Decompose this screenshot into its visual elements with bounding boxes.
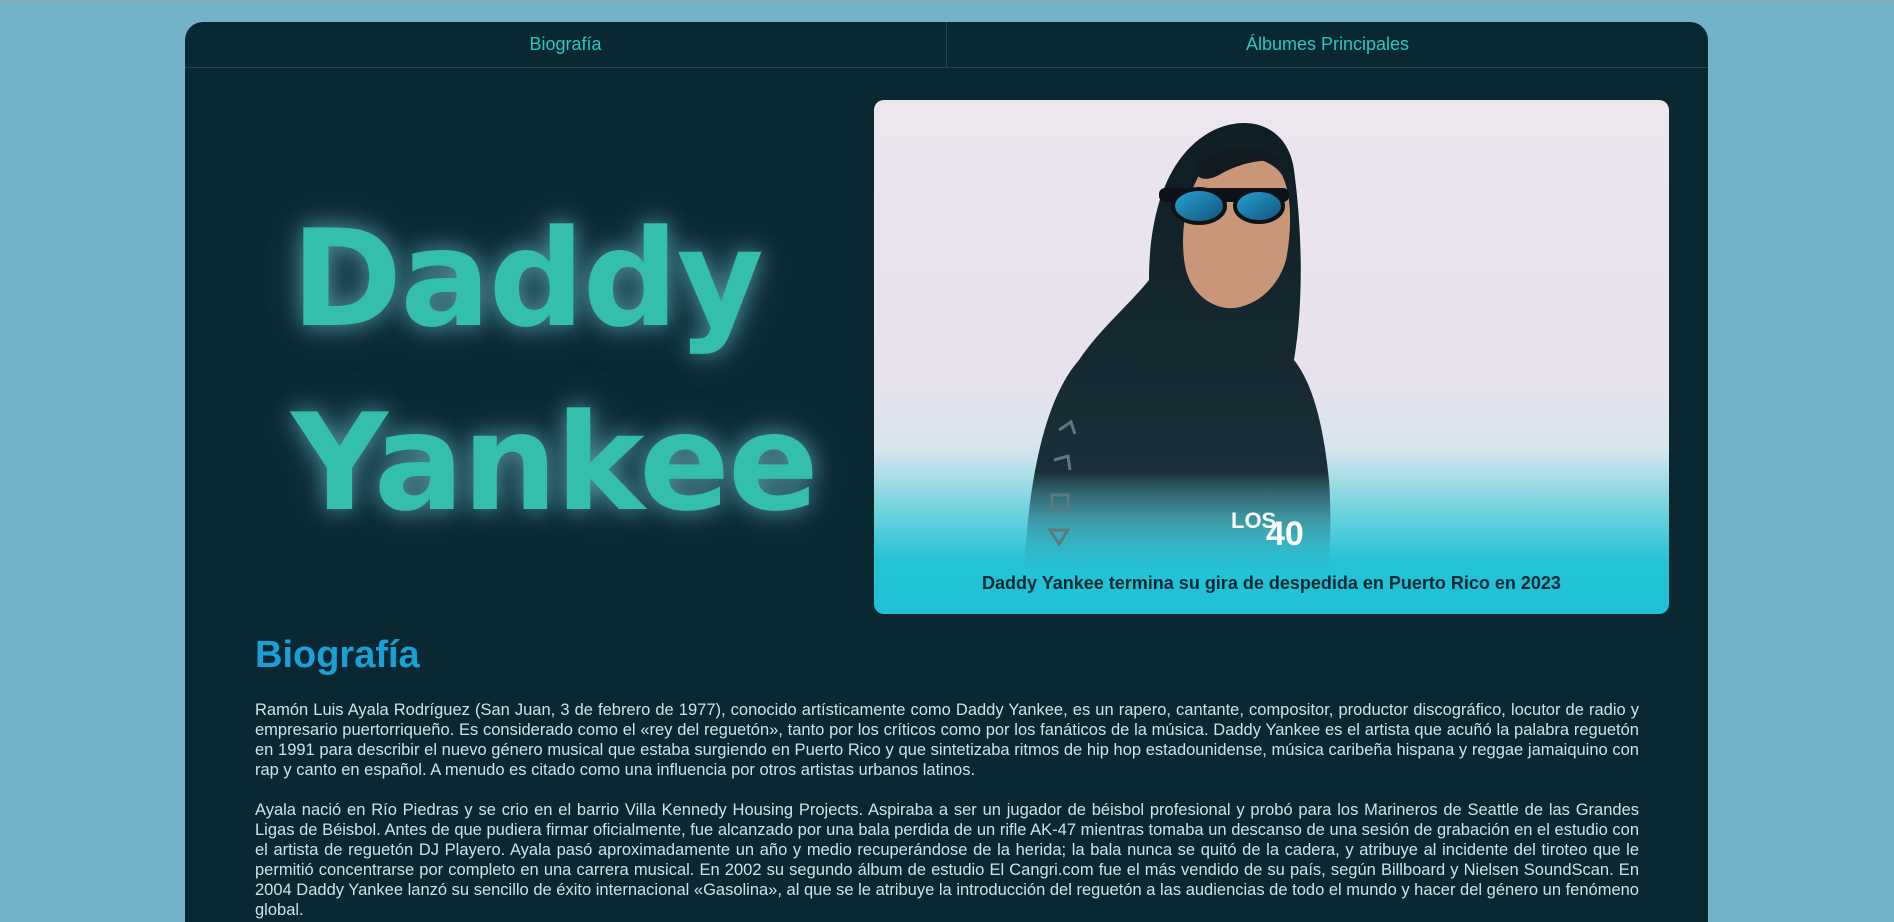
biography-text: Ramón Luis Ayala Rodríguez (San Juan, 3 … — [255, 700, 1639, 922]
artist-title: Daddy Yankee — [291, 187, 851, 555]
biography-paragraph: Ayala nació en Río Piedras y se crio en … — [255, 801, 1639, 919]
artist-photo-card: LOS 40 Daddy Yankee termina su gira de d… — [874, 100, 1669, 614]
top-navigation: Biografía Álbumes Principales — [185, 22, 1708, 68]
tab-albumes-principales[interactable]: Álbumes Principales — [946, 22, 1708, 67]
biography-paragraph: Ramón Luis Ayala Rodríguez (San Juan, 3 … — [255, 701, 1639, 779]
artist-title-line2: Yankee — [291, 385, 819, 541]
tab-biografia[interactable]: Biografía — [185, 22, 946, 67]
main-card: Biografía Álbumes Principales Daddy Yank… — [185, 22, 1708, 922]
photo-caption: Daddy Yankee termina su gira de despedid… — [982, 573, 1561, 593]
artist-photo: LOS 40 — [1024, 123, 1331, 570]
biography-heading: Biografía — [255, 634, 420, 676]
artist-title-line1: Daddy — [291, 201, 764, 357]
window-top-border — [0, 0, 1894, 1]
svg-text:40: 40 — [1266, 515, 1304, 553]
